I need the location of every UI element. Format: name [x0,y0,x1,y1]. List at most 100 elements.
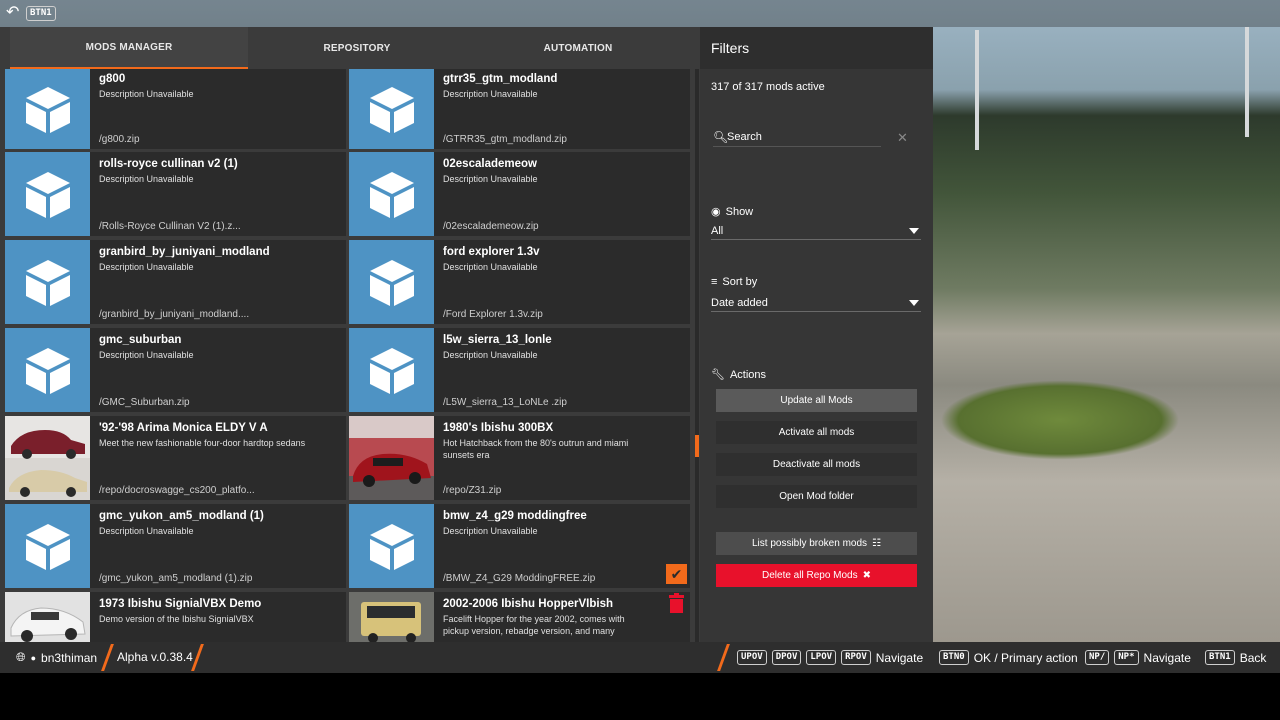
activate-all-mods-button[interactable]: Activate all mods [716,421,917,444]
trash-icon[interactable] [668,593,685,613]
mod-title: gmc_suburban [99,334,182,346]
mod-card[interactable]: gmc_suburban Description Unavailable /GM… [5,328,346,412]
back-hint[interactable]: BTN1 Back [1205,650,1266,665]
mod-card[interactable]: 1980's Ibishu 300BX Hot Hatchback from t… [349,416,690,500]
bottom-bar: 🌐︎ ● bn3thiman Alpha v.0.38.4 UPOV DPOV … [0,642,1280,673]
mod-description: Demo version of the Ibishu SignialVBX [99,614,254,624]
mod-title: 2002-2006 Ibishu HopperVIbish [443,598,614,610]
mod-path: /L5W_sierra_13_LoNLe .zip [443,397,567,408]
mod-path: /repo/docroswagge_cs200_platfo... [99,485,255,496]
package-box-icon [369,172,414,218]
open-mod-folder-button[interactable]: Open Mod folder [716,485,917,508]
mod-title: 1980's Ibishu 300BX [443,422,554,434]
sort-label: Sort by [722,276,758,288]
tab-automation[interactable]: AUTOMATION [466,27,690,69]
mod-card[interactable]: ford explorer 1.3v Description Unavailab… [349,240,690,324]
mod-info: rolls-royce cullinan v2 (1) Description … [90,152,346,236]
sort-label-row: ≡ Sort by [711,276,757,288]
sort-value: Date added [711,296,768,309]
actions-label-row: 🔧︎ Actions [711,368,767,382]
mod-info: ford explorer 1.3v Description Unavailab… [434,240,690,324]
scrollbar-thumb[interactable] [695,435,699,457]
key-hint: BTN0 [939,650,969,665]
package-box-icon [369,260,414,306]
mod-card[interactable]: g800 Description Unavailable /g800.zip [5,69,346,149]
mod-description: Description Unavailable [443,526,538,536]
eye-icon: ◉ [711,206,721,218]
wind-turbine [975,30,979,150]
mod-card[interactable]: '92-'98 Arima Monica ELDY V A Meet the n… [5,416,346,500]
mod-title: rolls-royce cullinan v2 (1) [99,158,238,170]
version-info: Alpha v.0.38.4 [117,650,193,664]
mod-path: /GMC_Suburban.zip [99,397,190,408]
mod-description: Description Unavailable [99,89,194,99]
mod-info: l5w_sierra_13_lonle Description Unavaila… [434,328,690,412]
mod-title: 02escalademeow [443,158,537,170]
mod-card[interactable]: granbird_by_juniyani_modland Description… [5,240,346,324]
back-key-hint: BTN1 [26,6,56,21]
mod-info: gtrr35_gtm_modland Description Unavailab… [434,69,690,149]
search-placeholder: Search [727,130,762,143]
tab-repository[interactable]: REPOSITORY [248,27,466,69]
car-photo-icon [349,416,434,500]
mod-photo-white-car [5,592,90,642]
mod-description: Description Unavailable [99,350,194,360]
package-box-icon [369,524,414,570]
mod-card[interactable]: l5w_sierra_13_lonle Description Unavaila… [349,328,690,412]
back-arrow-icon[interactable]: ↶ [6,5,22,21]
mod-thumbnail [349,240,434,324]
mod-card[interactable]: 2002-2006 Ibishu HopperVIbish Facelift H… [349,592,690,642]
divider-slash [101,644,114,671]
primary-action-label: OK / Primary action [973,650,1078,665]
trash-icon: ✖ [862,570,871,581]
package-box-icon [369,348,414,394]
tab-mods-manager[interactable]: MODS MANAGER [10,27,248,69]
chevron-down-icon [909,299,919,306]
mod-description: Description Unavailable [99,526,194,536]
mod-card[interactable]: 1973 Ibishu SignialVBX Demo Demo version… [5,592,346,642]
mod-card[interactable]: rolls-royce cullinan v2 (1) Description … [5,152,346,236]
filters-panel: Filters 317 of 317 mods active 🔍︎ Search… [700,27,933,642]
mod-card[interactable]: bmw_z4_g29 moddingfree Description Unava… [349,504,690,588]
mod-info: '92-'98 Arima Monica ELDY V A Meet the n… [90,416,346,500]
key-hint: DPOV [771,650,802,665]
car-photo-icon [349,592,434,642]
user-info: 🌐︎ ● bn3thiman [16,650,97,665]
mod-info: bmw_z4_g29 moddingfree Description Unava… [434,504,690,588]
mod-title: g800 [99,73,126,85]
package-box-icon [25,87,70,133]
mod-description: Description Unavailable [443,262,538,272]
mod-title: ford explorer 1.3v [443,246,540,258]
mods-grid: g800 Description Unavailable /g800.zip g… [5,69,691,642]
actions-label: Actions [729,368,767,381]
navigate-hint: UPOV DPOV LPOV RPOV Navigate [737,650,923,665]
list-broken-mods-button[interactable]: List possibly broken mods ☷ [716,532,917,555]
scrollbar[interactable] [695,69,699,642]
mod-card[interactable]: gtrr35_gtm_modland Description Unavailab… [349,69,690,149]
key-hint: LPOV [806,650,837,665]
mod-card[interactable]: 02escalademeow Description Unavailable /… [349,152,690,236]
package-box-icon [25,348,70,394]
mod-thumbnail [5,69,90,149]
mod-description: Facelift Hopper for the year 2002, comes… [443,614,625,636]
mod-card[interactable]: gmc_yukon_am5_modland (1) Description Un… [5,504,346,588]
search-input[interactable]: 🔍︎ Search [713,127,881,147]
mod-thumbnail [349,152,434,236]
mod-active-checkbox[interactable]: ✔ [666,564,687,584]
back-label: Back [1239,650,1267,665]
mod-path: /granbird_by_juniyani_modland.... [99,309,250,320]
mod-title: gmc_yukon_am5_modland (1) [99,510,264,522]
letterbox-bar [0,673,1280,720]
deactivate-all-mods-button[interactable]: Deactivate all mods [716,453,917,476]
delete-all-repo-mods-button[interactable]: Delete all Repo Mods ✖ [716,564,917,587]
mod-title: granbird_by_juniyani_modland [99,246,270,258]
sort-dropdown[interactable]: Date added [711,294,921,312]
clear-search-icon[interactable]: ✕ [897,130,908,146]
package-box-icon [369,87,414,133]
mod-title: l5w_sierra_13_lonle [443,334,552,346]
mod-thumbnail [349,328,434,412]
show-dropdown[interactable]: All [711,222,921,240]
chevron-down-icon [909,227,919,234]
key-hint: RPOV [841,650,871,665]
update-all-mods-button[interactable]: Update all Mods [716,389,917,412]
